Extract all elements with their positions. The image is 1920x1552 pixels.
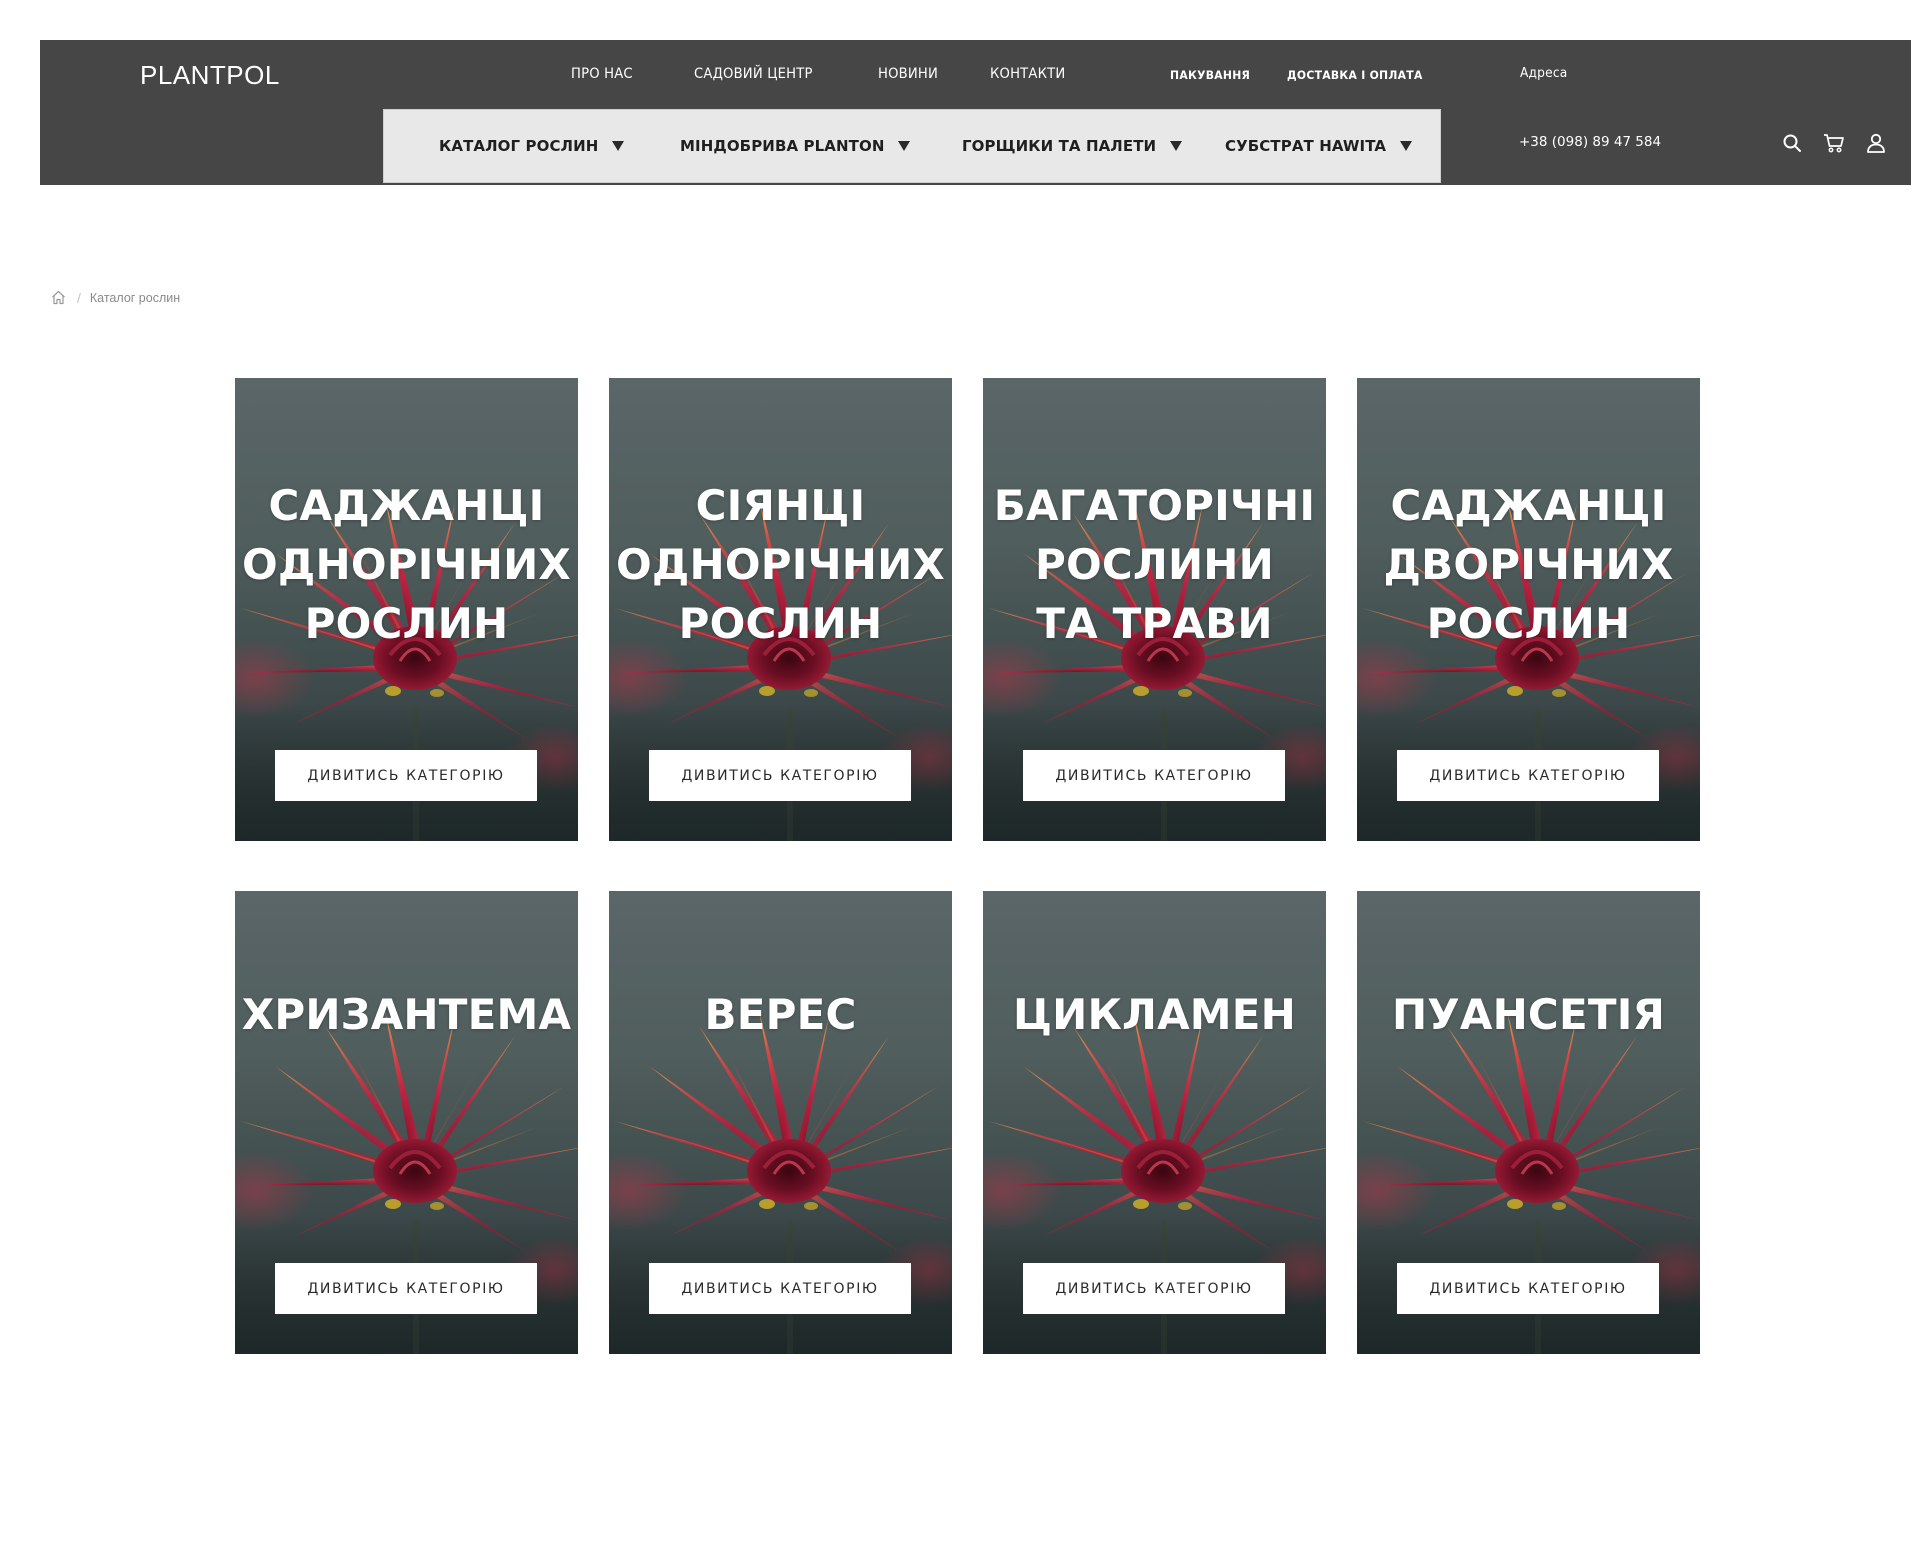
category-title: ХРИЗАНТЕМА bbox=[241, 990, 572, 1039]
category-title: ПУАНСЕТІЯ bbox=[1391, 990, 1666, 1039]
category-title: САДЖАНЦІ ОДНОРІЧНИХ РОСЛИН bbox=[242, 481, 571, 648]
category-title: БАГАТОРІЧНІ РОСЛИНИ ТА ТРАВИ bbox=[993, 481, 1316, 648]
category-title: СІЯНЦІ ОДНОРІЧНИХ РОСЛИН bbox=[616, 481, 945, 648]
view-category-button[interactable]: ДИВИТИСЬ КАТЕГОРІЮ bbox=[1397, 750, 1659, 801]
user-icon[interactable] bbox=[1865, 132, 1887, 154]
category-grid: САДЖАНЦІ ОДНОРІЧНИХ РОСЛИН ДИВИТИСЬ КАТЕ… bbox=[235, 378, 1700, 1354]
nav-garden-center[interactable]: САДОВИЙ ЦЕНТР bbox=[694, 66, 813, 82]
nav-news[interactable]: НОВИНИ bbox=[878, 66, 938, 82]
category-card[interactable]: ЦИКЛАМЕН ДИВИТИСЬ КАТЕГОРІЮ bbox=[983, 891, 1326, 1354]
category-card[interactable]: ХРИЗАНТЕМА ДИВИТИСЬ КАТЕГОРІЮ bbox=[235, 891, 578, 1354]
header-icons bbox=[1781, 132, 1907, 154]
view-category-button[interactable]: ДИВИТИСЬ КАТЕГОРІЮ bbox=[649, 750, 911, 801]
breadcrumb: / Каталог рослин bbox=[50, 289, 180, 306]
breadcrumb-separator: / bbox=[77, 289, 81, 306]
catalog-menu-label: КАТАЛОГ РОСЛИН bbox=[439, 137, 599, 155]
nav-packaging[interactable]: ПАКУВАННЯ bbox=[1170, 68, 1250, 82]
view-category-button[interactable]: ДИВИТИСЬ КАТЕГОРІЮ bbox=[649, 1263, 911, 1314]
catalog-menu-substrate[interactable]: СУБСТРАТ HAWITA bbox=[1225, 110, 1413, 182]
dropdown-arrow-icon bbox=[898, 141, 911, 151]
category-card[interactable]: БАГАТОРІЧНІ РОСЛИНИ ТА ТРАВИ ДИВИТИСЬ КА… bbox=[983, 378, 1326, 841]
category-title: ВЕРЕС bbox=[704, 990, 857, 1039]
top-navigation: ПРО НАС САДОВИЙ ЦЕНТР НОВИНИ КОНТАКТИ ПА… bbox=[40, 66, 1911, 90]
breadcrumb-current: Каталог рослин bbox=[89, 290, 181, 305]
view-category-button[interactable]: ДИВИТИСЬ КАТЕГОРІЮ bbox=[275, 750, 537, 801]
catalog-menu-plants[interactable]: КАТАЛОГ РОСЛИН bbox=[439, 110, 625, 182]
category-title: САДЖАНЦІ ДВОРІЧНИХ РОСЛИН bbox=[1383, 481, 1674, 648]
nav-delivery[interactable]: ДОСТАВКА І ОПЛАТА bbox=[1287, 68, 1423, 82]
category-card[interactable]: ВЕРЕС ДИВИТИСЬ КАТЕГОРІЮ bbox=[609, 891, 952, 1354]
category-card[interactable]: САДЖАНЦІ ДВОРІЧНИХ РОСЛИН ДИВИТИСЬ КАТЕГ… bbox=[1357, 378, 1700, 841]
catalog-menu-fertilizers[interactable]: МІНДОБРИВА PLANTON bbox=[680, 110, 911, 182]
dropdown-arrow-icon bbox=[612, 141, 625, 151]
home-icon[interactable] bbox=[50, 289, 67, 306]
catalog-menu-pots[interactable]: ГОРЩИКИ ТА ПАЛЕТИ bbox=[962, 110, 1183, 182]
catalog-menu-bar: КАТАЛОГ РОСЛИН МІНДОБРИВА PLANTON ГОРЩИК… bbox=[383, 109, 1441, 183]
catalog-menu-label: ГОРЩИКИ ТА ПАЛЕТИ bbox=[962, 137, 1157, 155]
nav-about[interactable]: ПРО НАС bbox=[571, 66, 633, 82]
phone-number[interactable]: +38 (098) 89 47 584 bbox=[1519, 134, 1661, 150]
site-header: PLANTPOL ПРО НАС САДОВИЙ ЦЕНТР НОВИНИ КО… bbox=[40, 40, 1911, 185]
dropdown-arrow-icon bbox=[1170, 141, 1183, 151]
view-category-button[interactable]: ДИВИТИСЬ КАТЕГОРІЮ bbox=[275, 1263, 537, 1314]
catalog-menu-label: СУБСТРАТ HAWITA bbox=[1225, 137, 1387, 155]
dropdown-arrow-icon bbox=[1400, 141, 1413, 151]
category-card[interactable]: ПУАНСЕТІЯ ДИВИТИСЬ КАТЕГОРІЮ bbox=[1357, 891, 1700, 1354]
cart-icon[interactable] bbox=[1823, 132, 1845, 154]
nav-contacts[interactable]: КОНТАКТИ bbox=[990, 66, 1065, 82]
catalog-menu-label: МІНДОБРИВА PLANTON bbox=[680, 137, 885, 155]
view-category-button[interactable]: ДИВИТИСЬ КАТЕГОРІЮ bbox=[1023, 1263, 1285, 1314]
view-category-button[interactable]: ДИВИТИСЬ КАТЕГОРІЮ bbox=[1023, 750, 1285, 801]
search-icon[interactable] bbox=[1781, 132, 1803, 154]
category-card[interactable]: САДЖАНЦІ ОДНОРІЧНИХ РОСЛИН ДИВИТИСЬ КАТЕ… bbox=[235, 378, 578, 841]
category-card[interactable]: СІЯНЦІ ОДНОРІЧНИХ РОСЛИН ДИВИТИСЬ КАТЕГО… bbox=[609, 378, 952, 841]
nav-address[interactable]: Адреса bbox=[1520, 66, 1567, 81]
category-title: ЦИКЛАМЕН bbox=[1012, 990, 1297, 1039]
view-category-button[interactable]: ДИВИТИСЬ КАТЕГОРІЮ bbox=[1397, 1263, 1659, 1314]
